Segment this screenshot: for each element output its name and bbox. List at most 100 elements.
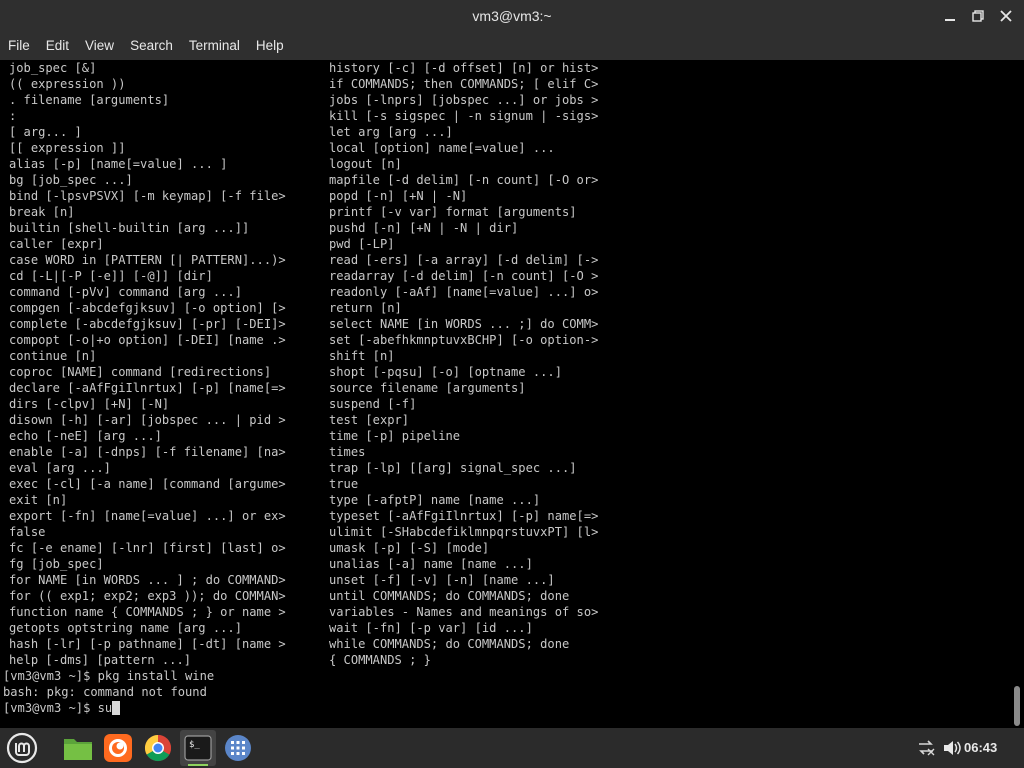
help-line-right: { COMMANDS ; } <box>329 653 431 667</box>
terminal-output[interactable]: job_spec [&] (( expression )) . filename [… <box>0 60 1012 728</box>
close-icon <box>1000 10 1012 22</box>
help-line-right: popd [-n] [+N | -N] <box>329 189 468 203</box>
help-line-right: printf [-v var] format [arguments] <box>329 205 577 219</box>
chrome-icon[interactable] <box>140 730 176 766</box>
help-line-left: [ arg... ] <box>9 125 82 139</box>
menu-terminal[interactable]: Terminal <box>181 32 248 60</box>
help-line-left: alias [-p] [name[=value] ... ] <box>9 157 228 171</box>
current-input-text: [vm3@vm3 ~]$ su <box>3 701 113 715</box>
help-line-left: function name { COMMANDS ; } or name > <box>9 605 286 619</box>
help-line-left: continue [n] <box>9 349 97 363</box>
help-line-right: suspend [-f] <box>329 397 417 411</box>
help-line-right: umask [-p] [-S] [mode] <box>329 541 490 555</box>
window-title: vm3@vm3:~ <box>472 8 552 24</box>
svg-text:$_: $_ <box>189 740 200 750</box>
volume-icon[interactable] <box>942 728 962 768</box>
terminal-icon[interactable]: $_ <box>180 730 216 766</box>
help-line-left: getopts optstring name [arg ...] <box>9 621 242 635</box>
help-line-left: for NAME [in WORDS ... ] ; do COMMAND> <box>9 573 286 587</box>
menu-file[interactable]: File <box>0 32 38 60</box>
help-line-right: return [n] <box>329 301 402 315</box>
help-line-left: disown [-h] [-ar] [jobspec ... | pid > <box>9 413 286 427</box>
help-line-left: declare [-aAfFgiIlnrtux] [-p] [name[=> <box>9 381 286 395</box>
app-grid-icon[interactable] <box>220 730 256 766</box>
help-line-right: unset [-f] [-v] [-n] [name ...] <box>329 573 555 587</box>
menu-edit[interactable]: Edit <box>38 32 77 60</box>
help-line-right: shopt [-pqsu] [-o] [optname ...] <box>329 365 562 379</box>
help-line-right: logout [n] <box>329 157 402 171</box>
network-icon[interactable] <box>916 728 936 768</box>
help-line-left: bind [-lpsvPSVX] [-m keymap] [-f file> <box>9 189 286 203</box>
menu-bar: File Edit View Search Terminal Help <box>0 32 1024 60</box>
help-line-right: test [expr] <box>329 413 410 427</box>
menu-search[interactable]: Search <box>122 32 181 60</box>
help-line-left: case WORD in [PATTERN [| PATTERN]...)> <box>9 253 286 267</box>
help-line-left: bg [job_spec ...] <box>9 173 133 187</box>
help-line-right: shift [n] <box>329 349 395 363</box>
help-line-right: trap [-lp] [[arg] signal_spec ...] <box>329 461 577 475</box>
help-line-left: exit [n] <box>9 493 68 507</box>
help-line-right: readarray [-d delim] [-n count] [-O > <box>329 269 599 283</box>
files-icon[interactable] <box>60 730 96 766</box>
output-line: bash: pkg: command not found <box>3 684 207 700</box>
terminal-scrollbar[interactable] <box>1012 60 1024 728</box>
help-line-right: select NAME [in WORDS ... ;] do COMM> <box>329 317 599 331</box>
help-line-right: until COMMANDS; do COMMANDS; done <box>329 589 570 603</box>
help-line-left: compgen [-abcdefgjksuv] [-o option] [> <box>9 301 286 315</box>
text-cursor <box>112 701 121 715</box>
restore-icon <box>972 10 984 22</box>
close-button[interactable] <box>996 6 1016 26</box>
help-line-left: [[ expression ]] <box>9 141 126 155</box>
firefox-icon[interactable] <box>100 730 136 766</box>
help-line-right: type [-afptP] name [name ...] <box>329 493 541 507</box>
help-line-right: if COMMANDS; then COMMANDS; [ elif C> <box>329 77 599 91</box>
help-line-right: local [option] name[=value] ... <box>329 141 555 155</box>
help-line-right: readonly [-aAf] [name[=value] ...] o> <box>329 285 599 299</box>
help-line-right: kill [-s sigspec | -n signum | -sigs> <box>329 109 599 123</box>
help-line-right: times <box>329 445 366 459</box>
scrollbar-thumb[interactable] <box>1014 686 1020 726</box>
help-line-right: typeset [-aAfFgiIlnrtux] [-p] name[=> <box>329 509 599 523</box>
menu-view[interactable]: View <box>77 32 122 60</box>
help-line-left: builtin [shell-builtin [arg ...]] <box>9 221 250 235</box>
help-line-left: caller [expr] <box>9 237 104 251</box>
help-line-left: exec [-cl] [-a name] [command [argume> <box>9 477 286 491</box>
help-line-right: time [-p] pipeline <box>329 429 461 443</box>
help-line-right: mapfile [-d delim] [-n count] [-O or> <box>329 173 599 187</box>
mint-menu-icon[interactable] <box>4 730 40 766</box>
title-bar: vm3@vm3:~ <box>0 0 1024 32</box>
help-line-right: wait [-fn] [-p var] [id ...] <box>329 621 533 635</box>
menu-help[interactable]: Help <box>248 32 292 60</box>
help-line-right: true <box>329 477 359 491</box>
help-line-right: variables - Names and meanings of so> <box>329 605 599 619</box>
help-line-left: echo [-neE] [arg ...] <box>9 429 162 443</box>
help-line-left: help [-dms] [pattern ...] <box>9 653 192 667</box>
session-text: bash: pkg: command not found <box>3 685 207 699</box>
current-prompt-line: [vm3@vm3 ~]$ su <box>3 700 121 716</box>
help-line-left: eval [arg ...] <box>9 461 111 475</box>
help-line-left: fg [job_spec] <box>9 557 104 571</box>
help-line-right: source filename [arguments] <box>329 381 526 395</box>
session-text: [vm3@vm3 ~]$ pkg install wine <box>3 669 215 683</box>
help-line-left: hash [-lr] [-p pathname] [-dt] [name > <box>9 637 286 651</box>
help-line-right: history [-c] [-d offset] [n] or hist> <box>329 61 599 75</box>
taskbar: $_ 06:43 <box>0 728 1024 768</box>
help-line-right: read [-ers] [-a array] [-d delim] [-> <box>329 253 599 267</box>
help-line-right: pushd [-n] [+N | -N | dir] <box>329 221 519 235</box>
help-line-left: break [n] <box>9 205 75 219</box>
help-line-right: let arg [arg ...] <box>329 125 453 139</box>
help-line-right: set [-abefhkmnptuvxBCHP] [-o option-> <box>329 333 599 347</box>
help-line-left: false <box>9 525 46 539</box>
active-indicator <box>188 764 208 766</box>
maximize-button[interactable] <box>968 6 988 26</box>
help-line-left: export [-fn] [name[=value] ...] or ex> <box>9 509 286 523</box>
minimize-button[interactable] <box>940 6 960 26</box>
help-line-left: dirs [-clpv] [+N] [-N] <box>9 397 170 411</box>
help-line-left: : <box>9 109 17 123</box>
help-line-left: complete [-abcdefgjksuv] [-pr] [-DEI]> <box>9 317 286 331</box>
help-line-left: coproc [NAME] command [redirections] <box>9 365 272 379</box>
clock[interactable]: 06:43 <box>964 728 997 768</box>
prompt-line: [vm3@vm3 ~]$ pkg install wine <box>3 668 214 684</box>
help-line-right: pwd [-LP] <box>329 237 395 251</box>
help-line-right: jobs [-lnprs] [jobspec ...] or jobs > <box>329 93 599 107</box>
